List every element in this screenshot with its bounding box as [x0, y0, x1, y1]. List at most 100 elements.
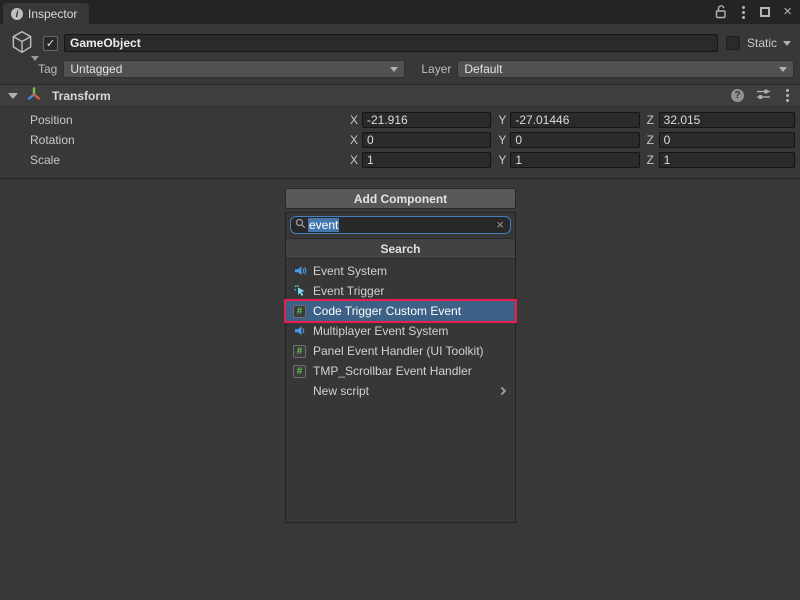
active-checkbox[interactable]: [43, 36, 58, 51]
list-item-label: Event Trigger: [313, 284, 384, 298]
axis-x-label: X: [350, 113, 358, 127]
tag-layer-row: Tag Untagged Layer Default: [5, 59, 795, 79]
transform-icon: [26, 86, 42, 105]
axis-z-label: Z: [647, 153, 655, 167]
search-query-text: event: [308, 218, 339, 232]
tab-inspector[interactable]: Inspector: [3, 3, 89, 24]
rotation-x-input[interactable]: [362, 132, 491, 148]
scale-x-group: X: [350, 152, 498, 168]
script-icon: [292, 344, 307, 359]
list-item-code-trigger-custom-event[interactable]: Code Trigger Custom Event: [286, 301, 515, 321]
transform-body: Position X Y Z Rotation X Y: [0, 107, 800, 174]
search-icon: [295, 218, 306, 232]
maximize-icon[interactable]: [760, 7, 770, 17]
transform-header-actions: [731, 87, 792, 104]
gameobject-name-input[interactable]: [64, 34, 718, 52]
presets-icon[interactable]: [756, 87, 771, 104]
chevron-down-icon: [390, 67, 398, 72]
rotation-x-group: X: [350, 132, 498, 148]
list-item-label: Panel Event Handler (UI Toolkit): [313, 344, 484, 358]
kebab-menu-icon[interactable]: [742, 11, 745, 14]
search-section-header: Search: [286, 238, 515, 259]
unity-inspector-window: Inspector: [0, 0, 800, 600]
gameobject-header: Static Tag Untagged Layer Default: [0, 24, 800, 84]
axis-y-label: Y: [498, 153, 506, 167]
axis-z-label: Z: [647, 113, 655, 127]
close-icon[interactable]: [783, 6, 792, 18]
foldout-icon[interactable]: [8, 93, 18, 99]
event-system-icon: [292, 324, 307, 339]
position-x-input[interactable]: [362, 112, 491, 128]
list-item-label: Code Trigger Custom Event: [313, 304, 461, 318]
static-checkbox[interactable]: [726, 36, 740, 50]
layer-dropdown[interactable]: Default: [457, 60, 794, 78]
rotation-label: Rotation: [30, 133, 350, 147]
script-icon: [292, 364, 307, 379]
scale-x-input[interactable]: [362, 152, 491, 168]
event-system-icon: [292, 264, 307, 279]
script-icon: [292, 304, 307, 319]
scale-z-input[interactable]: [659, 152, 795, 168]
axis-z-label: Z: [647, 133, 655, 147]
layer-value: Default: [464, 62, 502, 76]
list-item-event-trigger[interactable]: Event Trigger: [286, 281, 515, 301]
chevron-right-icon: [498, 387, 506, 395]
axis-x-label: X: [350, 153, 358, 167]
rotation-y-input[interactable]: [510, 132, 639, 148]
rotation-y-group: Y: [498, 132, 646, 148]
scale-y-group: Y: [498, 152, 646, 168]
rotation-row: Rotation X Y Z: [0, 130, 800, 150]
position-row: Position X Y Z: [0, 110, 800, 130]
position-label: Position: [30, 113, 350, 127]
event-trigger-icon: [292, 284, 307, 299]
axis-y-label: Y: [498, 133, 506, 147]
clear-search-icon[interactable]: [496, 219, 504, 231]
scale-z-group: Z: [647, 152, 795, 168]
list-item-event-system[interactable]: Event System: [286, 261, 515, 281]
rotation-z-input[interactable]: [659, 132, 795, 148]
search-field-wrap: event: [286, 213, 515, 238]
inspector-empty-area: Add Component event Search: [0, 179, 800, 600]
tag-dropdown[interactable]: Untagged: [63, 60, 405, 78]
component-search-input[interactable]: event: [290, 216, 511, 234]
scale-y-input[interactable]: [510, 152, 639, 168]
gameobject-name-row: Static: [5, 30, 795, 56]
axis-x-label: X: [350, 133, 358, 147]
gameobject-cube-icon[interactable]: [9, 29, 43, 58]
axis-y-label: Y: [498, 113, 506, 127]
list-item-label: TMP_Scrollbar Event Handler: [313, 364, 472, 378]
tag-value: Untagged: [70, 62, 122, 76]
list-item-label: Multiplayer Event System: [313, 324, 448, 338]
static-label: Static: [747, 36, 777, 50]
add-component-popup: event Search Event System: [285, 212, 516, 523]
transform-header[interactable]: Transform: [0, 84, 800, 107]
help-icon[interactable]: [731, 89, 744, 102]
static-dropdown-icon[interactable]: [783, 41, 791, 46]
list-item-multiplayer-event-system[interactable]: Multiplayer Event System: [286, 321, 515, 341]
scale-label: Scale: [30, 153, 350, 167]
add-component-button[interactable]: Add Component: [285, 188, 516, 209]
tab-label: Inspector: [28, 7, 77, 21]
position-y-input[interactable]: [510, 112, 639, 128]
position-z-input[interactable]: [659, 112, 795, 128]
component-list: Event System Event Trigger: [286, 259, 515, 401]
list-item-tmp-scrollbar-event-handler[interactable]: TMP_Scrollbar Event Handler: [286, 361, 515, 381]
tab-bar: Inspector: [0, 0, 800, 24]
position-z-group: Z: [647, 112, 795, 128]
chevron-down-icon: [31, 56, 39, 61]
transform-title: Transform: [52, 89, 111, 103]
tag-label: Tag: [38, 62, 57, 76]
scale-row: Scale X Y Z: [0, 150, 800, 170]
titlebar-icons: [715, 4, 792, 20]
position-x-group: X: [350, 112, 498, 128]
rotation-z-group: Z: [647, 132, 795, 148]
list-item-new-script[interactable]: New script: [286, 381, 515, 401]
list-item-label: Event System: [313, 264, 387, 278]
list-item-panel-event-handler[interactable]: Panel Event Handler (UI Toolkit): [286, 341, 515, 361]
position-y-group: Y: [498, 112, 646, 128]
list-item-label: New script: [313, 384, 369, 398]
chevron-down-icon: [779, 67, 787, 72]
layer-label: Layer: [421, 62, 451, 76]
kebab-menu-icon[interactable]: [786, 94, 789, 97]
lock-icon[interactable]: [715, 5, 727, 19]
